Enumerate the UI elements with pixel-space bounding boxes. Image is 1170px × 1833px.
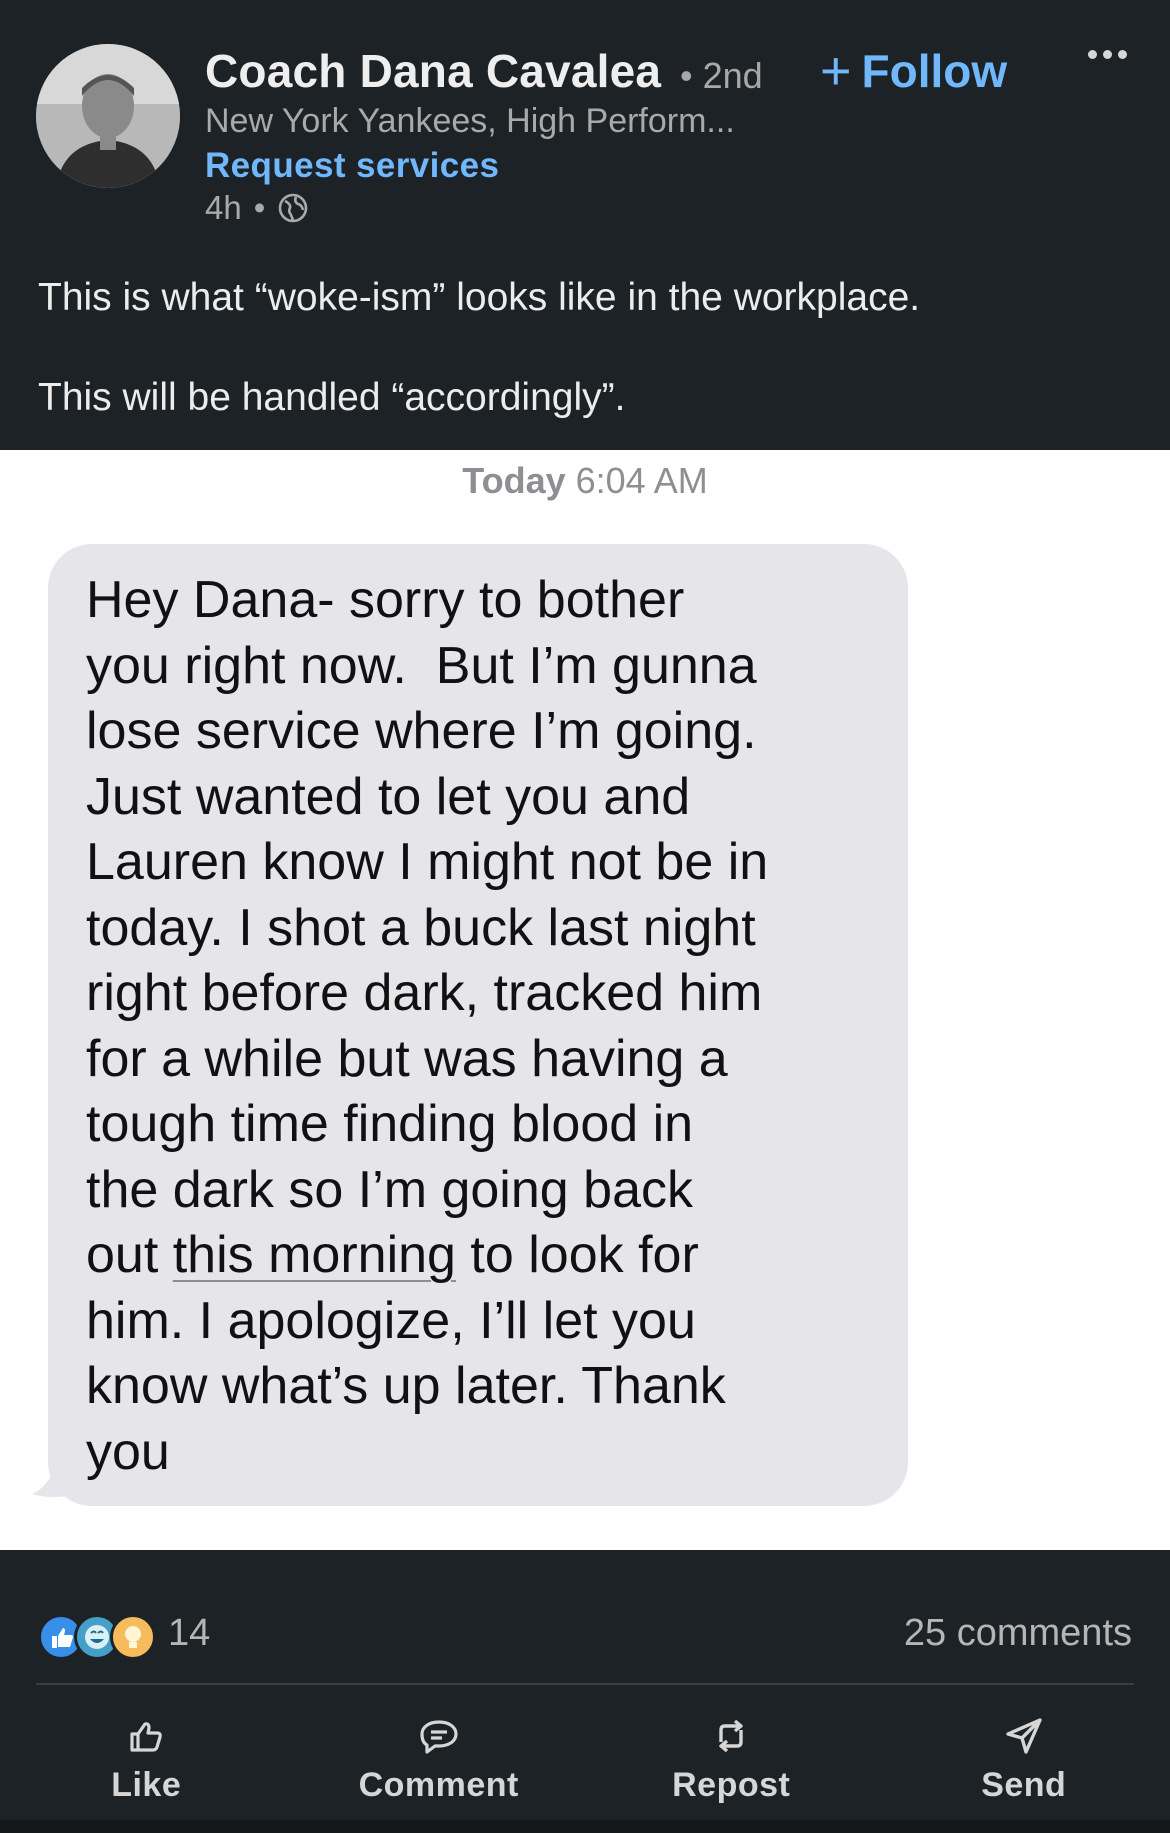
repost-label: Repost	[672, 1766, 791, 1804]
more-icon[interactable]	[1088, 50, 1127, 59]
author-name[interactable]: Coach Dana Cavalea	[205, 44, 661, 98]
author-headline: New York Yankees, High Perform...	[205, 102, 735, 140]
message-line: the dark so I’m going back	[86, 1160, 693, 1219]
like-icon	[130, 1722, 163, 1752]
like-label: Like	[111, 1766, 182, 1804]
message-line: lose service where I’m going.	[86, 702, 757, 760]
message-line: Lauren know I might not be in	[86, 833, 769, 891]
message-line: you right now. But I’m gunna	[86, 636, 757, 695]
message-time: 6:04 AM	[575, 460, 708, 501]
message-timestamp: Today 6:04 AM	[0, 460, 1170, 502]
repost-button[interactable]: Repost	[585, 1700, 878, 1820]
message-line: Hey Dana- sorry to bother	[86, 571, 685, 629]
message-line: Just wanted to let you and	[86, 767, 691, 826]
message-fragment: to look for	[455, 1226, 699, 1284]
detected-date-link[interactable]: this morning	[173, 1226, 456, 1284]
reaction-icons[interactable]	[38, 1614, 156, 1660]
send-button[interactable]: Send	[878, 1700, 1170, 1820]
message-line: tough time finding blood in	[86, 1095, 694, 1153]
message-text: Hey Dana- sorry to bother you right now.…	[86, 568, 878, 1485]
message-bubble: Hey Dana- sorry to bother you right now.…	[48, 544, 908, 1506]
bottom-bar	[0, 1820, 1170, 1833]
post-timestamp: 4h •	[205, 189, 309, 227]
post-footer: 14 25 comments Like Comment Repost Send	[0, 1550, 1170, 1833]
message-line: out this morning to look for	[86, 1223, 878, 1289]
post-header: Coach Dana Cavalea • 2nd + Follow New Yo…	[0, 0, 1170, 450]
author-avatar[interactable]	[36, 44, 180, 188]
follow-label: Follow	[861, 45, 1008, 97]
time-ago: 4h	[205, 189, 242, 226]
comment-button[interactable]: Comment	[293, 1700, 586, 1820]
plus-icon: +	[820, 41, 852, 101]
comment-icon	[420, 1720, 458, 1754]
message-fragment: out	[86, 1226, 173, 1284]
message-day: Today	[462, 460, 566, 501]
post-text: This is what “woke-ism” looks like in th…	[38, 275, 920, 422]
message-line: know what’s up later. Thank	[86, 1357, 726, 1415]
post-text-line: This is what “woke-ism” looks like in th…	[38, 276, 921, 319]
message-line: right before dark, tracked him	[86, 964, 763, 1022]
divider	[36, 1683, 1134, 1685]
post-image[interactable]: Today 6:04 AM Hey Dana- sorry to bother …	[0, 450, 1170, 1550]
request-services-link[interactable]: Request services	[205, 146, 499, 186]
post-text-line: This will be handled “accordingly”.	[38, 375, 626, 419]
repost-icon	[719, 1719, 743, 1753]
separator-dot: •	[253, 189, 266, 226]
connection-degree: • 2nd	[680, 55, 763, 96]
message-line: him. I apologize, I’ll let you	[86, 1291, 696, 1350]
send-label: Send	[981, 1766, 1067, 1804]
message-line: you	[86, 1422, 170, 1481]
message-line: for a while but was having a	[86, 1029, 728, 1088]
send-icon	[1006, 1718, 1042, 1754]
globe-icon	[278, 193, 308, 223]
comments-count[interactable]: 25 comments	[904, 1612, 1132, 1655]
insightful-reaction-icon	[110, 1614, 156, 1660]
comment-label: Comment	[358, 1766, 519, 1804]
message-line: today. I shot a buck last night	[86, 898, 756, 957]
action-bar: Like Comment Repost Send	[0, 1700, 1170, 1820]
like-button[interactable]: Like	[0, 1700, 293, 1820]
follow-button[interactable]: + Follow	[820, 44, 1007, 98]
reaction-count[interactable]: 14	[168, 1612, 210, 1655]
